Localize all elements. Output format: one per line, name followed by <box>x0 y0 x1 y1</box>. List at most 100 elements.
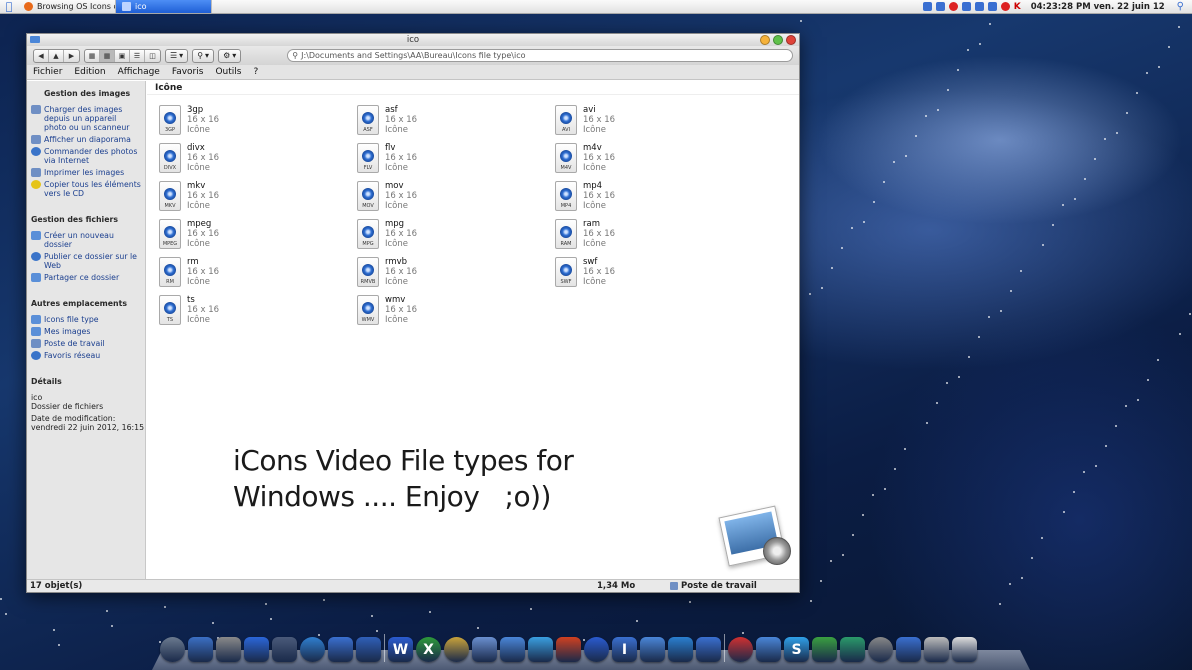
taskbar-item-browser[interactable]: Browsing OS Icons o... <box>18 0 116 13</box>
sidebar-item-order-photos[interactable]: Commander des photos via Internet <box>31 147 145 165</box>
window-titlebar[interactable]: ico <box>27 34 799 46</box>
file-item-avi[interactable]: AVI avi 16 x 16 Icône <box>555 105 753 137</box>
menu-favoris[interactable]: Favoris <box>172 67 204 77</box>
file-item-mov[interactable]: MOV mov 16 x 16 Icône <box>357 181 555 213</box>
sidebar-item-new-folder[interactable]: Créer un nouveau dossier <box>31 231 145 249</box>
dock-app-icon[interactable] <box>924 637 949 662</box>
file-item-mp4[interactable]: MP4 mp4 16 x 16 Icône <box>555 181 753 213</box>
sidebar-item-print-images[interactable]: Imprimer les images <box>31 168 145 177</box>
file-item-divx[interactable]: DIVX divx 16 x 16 Icône <box>159 143 357 175</box>
dock-app-icon[interactable] <box>244 637 269 662</box>
column-header-icon[interactable]: Icône <box>147 81 799 95</box>
tray-speaker-icon[interactable] <box>987 2 997 11</box>
file-item-rm[interactable]: RM rm 16 x 16 Icône <box>159 257 357 289</box>
file-item-asf[interactable]: ASF asf 16 x 16 Icône <box>357 105 555 137</box>
video-file-icon: MPEG <box>159 219 181 249</box>
file-item-ts[interactable]: TS ts 16 x 16 Icône <box>159 295 357 327</box>
dock-app-icon[interactable] <box>556 637 581 662</box>
menu-edition[interactable]: Edition <box>74 67 105 77</box>
dock-app-icon[interactable] <box>668 637 693 662</box>
dock-app-icon[interactable] <box>728 637 753 662</box>
dock-app-icon[interactable] <box>356 637 381 662</box>
up-arrow-icon[interactable]: ▲ <box>49 49 64 62</box>
sidebar-item-publish-web[interactable]: Publier ce dossier sur le Web <box>31 252 145 270</box>
tray-network-icon[interactable] <box>974 2 984 11</box>
forward-arrow-icon[interactable]: ▶ <box>64 50 79 62</box>
minimize-button[interactable] <box>760 35 770 45</box>
menu-outils[interactable]: Outils <box>215 67 241 77</box>
menu-affichage[interactable]: Affichage <box>118 67 160 77</box>
file-item-swf[interactable]: SWF swf 16 x 16 Icône <box>555 257 753 289</box>
file-item-ram[interactable]: RAM ram 16 x 16 Icône <box>555 219 753 251</box>
dock-app-icon[interactable]: W <box>388 637 413 662</box>
dock-app-icon[interactable]: I <box>612 637 637 662</box>
tray-display-icon[interactable] <box>922 2 932 11</box>
close-button[interactable] <box>786 35 796 45</box>
dock-app-icon[interactable] <box>868 637 893 662</box>
dock-app-icon[interactable] <box>640 637 665 662</box>
sidebar-item-slideshow[interactable]: Afficher un diaporama <box>31 135 145 144</box>
dock-app-icon[interactable] <box>896 637 921 662</box>
details-view-icon[interactable]: ◫ <box>145 50 160 62</box>
action-button[interactable]: ⚙ ▾ <box>218 48 242 63</box>
file-meta: flv 16 x 16 Icône <box>385 143 417 175</box>
sidebar-item-network[interactable]: Favoris réseau <box>31 351 145 360</box>
file-item-mkv[interactable]: MKV mkv 16 x 16 Icône <box>159 181 357 213</box>
maximize-button[interactable] <box>773 35 783 45</box>
sidebar-item-copy-cd[interactable]: Copier tous les éléments vers le CD <box>31 180 145 198</box>
dock-app-icon[interactable] <box>216 637 241 662</box>
taskbar-item-ico[interactable]: ico <box>116 0 212 13</box>
search-button[interactable]: ⚲ ▾ <box>192 48 215 63</box>
folder-icon <box>31 315 41 324</box>
icons-view-icon[interactable]: ▣ <box>115 49 130 62</box>
dock-app-icon[interactable] <box>300 637 325 662</box>
tray-k-icon[interactable]: K <box>1014 2 1021 12</box>
dock-app-icon[interactable] <box>472 637 497 662</box>
sidebar-item-icons-file-type[interactable]: Icons file type <box>31 315 145 324</box>
sidebar-item-my-computer[interactable]: Poste de travail <box>31 339 145 348</box>
dock-app-icon[interactable] <box>952 637 977 662</box>
sidebar-item-share-folder[interactable]: Partager ce dossier <box>31 273 145 282</box>
search-icon[interactable]: ⚲ <box>1177 1 1184 12</box>
dock-app-icon[interactable] <box>696 637 721 662</box>
menu-fichier[interactable]: Fichier <box>33 67 62 77</box>
tray-keyboard-icon[interactable] <box>961 2 971 11</box>
video-file-icon: MOV <box>357 181 379 211</box>
arrange-button[interactable]: ☰ ▾ <box>165 48 189 63</box>
file-item-wmv[interactable]: WMV wmv 16 x 16 Icône <box>357 295 555 327</box>
file-item-mpeg[interactable]: MPEG mpeg 16 x 16 Icône <box>159 219 357 251</box>
dock-app-icon[interactable] <box>756 637 781 662</box>
dock-app-icon[interactable] <box>840 637 865 662</box>
dock-app-icon[interactable] <box>160 637 185 662</box>
tray-security-icon[interactable] <box>1000 2 1010 11</box>
file-item-3gp[interactable]: 3GP 3gp 16 x 16 Icône <box>159 105 357 137</box>
dock-app-icon[interactable] <box>444 637 469 662</box>
back-arrow-icon[interactable]: ◀ <box>34 49 49 62</box>
dock-app-icon[interactable] <box>584 637 609 662</box>
file-item-flv[interactable]: FLV flv 16 x 16 Icône <box>357 143 555 175</box>
thumbnails-view-icon[interactable]: ▦ <box>85 49 100 62</box>
tiles-view-icon[interactable]: ▦ <box>100 49 115 62</box>
dock-app-icon[interactable]: S <box>784 637 809 662</box>
clock[interactable]: 04:23:28 PM ven. 22 juin 12 <box>1031 2 1165 12</box>
dock-app-icon[interactable] <box>528 637 553 662</box>
sidebar-item-load-images[interactable]: Charger des images depuis un appareil ph… <box>31 105 145 132</box>
tray-skype-icon[interactable] <box>935 2 945 11</box>
dock-app-icon[interactable]: X <box>416 637 441 662</box>
dock-app-icon[interactable] <box>328 637 353 662</box>
tray-alert-icon[interactable] <box>948 2 958 11</box>
file-item-rmvb[interactable]: RMVB rmvb 16 x 16 Icône <box>357 257 555 289</box>
address-bar[interactable]: ⚲ J:\Documents and Settings\AA\Bureau\Ic… <box>287 49 793 62</box>
dock-app-icon[interactable] <box>272 637 297 662</box>
file-name: mp4 <box>583 181 603 191</box>
file-item-m4v[interactable]: M4V m4v 16 x 16 Icône <box>555 143 753 175</box>
sidebar-item-my-pictures[interactable]: Mes images <box>31 327 145 336</box>
dock-app-icon[interactable] <box>812 637 837 662</box>
dock-app-icon[interactable] <box>188 637 213 662</box>
menu-help[interactable]: ? <box>253 67 258 77</box>
file-item-mpg[interactable]: MPG mpg 16 x 16 Icône <box>357 219 555 251</box>
section-title-file-tasks: Gestion des fichiers <box>31 215 118 224</box>
list-view-icon[interactable]: ☰ <box>130 49 145 62</box>
apple-menu-icon[interactable]:  <box>0 0 18 13</box>
dock-app-icon[interactable] <box>500 637 525 662</box>
